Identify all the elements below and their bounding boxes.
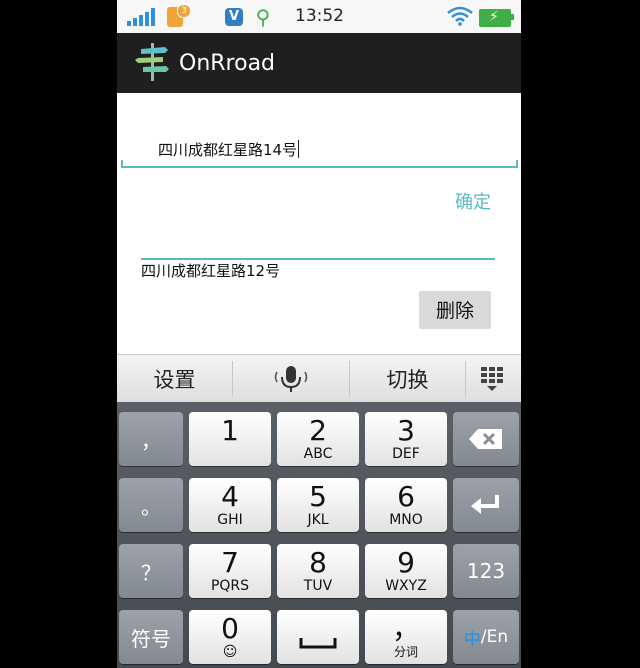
key-8[interactable]: 8 TUV <box>277 544 359 598</box>
key-9[interactable]: 9 WXYZ <box>365 544 447 598</box>
language-toggle-key[interactable]: 中 / En <box>453 610 519 664</box>
delete-button[interactable]: 删除 <box>419 291 491 329</box>
space-icon <box>299 638 337 649</box>
signal-icon <box>127 8 155 26</box>
period-key[interactable]: 。 <box>119 478 183 532</box>
wifi-icon <box>447 6 473 26</box>
keyboard-layout-button[interactable] <box>466 355 521 403</box>
comma-key[interactable]: ， <box>119 412 183 466</box>
voice-input-button[interactable] <box>233 355 349 403</box>
phone-screen: 3 V ⚲ 13:52 ⚡ OnRroad 四川成都红星路14号 确定 四川成都… <box>117 0 521 668</box>
battery-icon: ⚡ <box>479 9 514 27</box>
app-title: OnRroad <box>179 51 276 76</box>
key-7[interactable]: 7 PQRS <box>189 544 271 598</box>
saved-address-text: 四川成都红星路12号 <box>141 262 281 280</box>
status-time: 13:52 <box>295 6 344 26</box>
signpost-logo-icon <box>135 43 169 81</box>
key-1[interactable]: 1 <box>189 412 271 466</box>
key-4[interactable]: 4 GHI <box>189 478 271 532</box>
enter-key[interactable] <box>453 478 519 532</box>
key-0[interactable]: 0 ☺ <box>189 610 271 664</box>
key-5[interactable]: 5 JKL <box>277 478 359 532</box>
key-6[interactable]: 6 MNO <box>365 478 447 532</box>
key-2[interactable]: 2 ABC <box>277 412 359 466</box>
smiley-icon: ☺ <box>222 644 238 660</box>
action-bar: OnRroad <box>117 33 521 93</box>
numbers-key[interactable]: 123 <box>453 544 519 598</box>
keyboard-toolbar: 设置 切换 <box>117 354 521 403</box>
backspace-key[interactable] <box>453 412 519 466</box>
comma-segment-key[interactable]: ， 分词 <box>365 610 447 664</box>
microphone-icon <box>274 366 308 392</box>
notification-count: 3 <box>177 4 191 18</box>
symbols-key[interactable]: 符号 <box>119 610 183 664</box>
key-3[interactable]: 3 DEF <box>365 412 447 466</box>
notification-badge-icon: 3 <box>167 4 191 27</box>
keyboard: ， 。 ？ 符号 1 2 ABC 3 DEF 4 GHI 5 JKL 6 MNO… <box>117 402 521 668</box>
enter-icon <box>471 495 499 514</box>
address-input-underline <box>121 160 518 168</box>
address-input-value: 四川成都红星路14号 <box>158 140 300 159</box>
keyboard-switch-button[interactable]: 切换 <box>350 355 465 403</box>
backspace-icon <box>469 429 502 449</box>
question-key[interactable]: ？ <box>119 544 183 598</box>
address-input[interactable]: 四川成都红星路14号 <box>122 135 517 165</box>
status-bar: 3 V ⚲ 13:52 ⚡ <box>117 0 521 33</box>
lang-english-label: En <box>486 627 509 647</box>
keyboard-settings-button[interactable]: 设置 <box>117 355 232 403</box>
lang-chinese-label: 中 <box>463 629 481 650</box>
usb-icon: ⚲ <box>255 5 271 29</box>
text-cursor <box>298 140 300 158</box>
confirm-button[interactable]: 确定 <box>455 188 491 214</box>
keyboard-grid-icon <box>480 367 503 391</box>
space-key[interactable] <box>277 610 359 664</box>
shield-icon: V <box>225 8 243 26</box>
